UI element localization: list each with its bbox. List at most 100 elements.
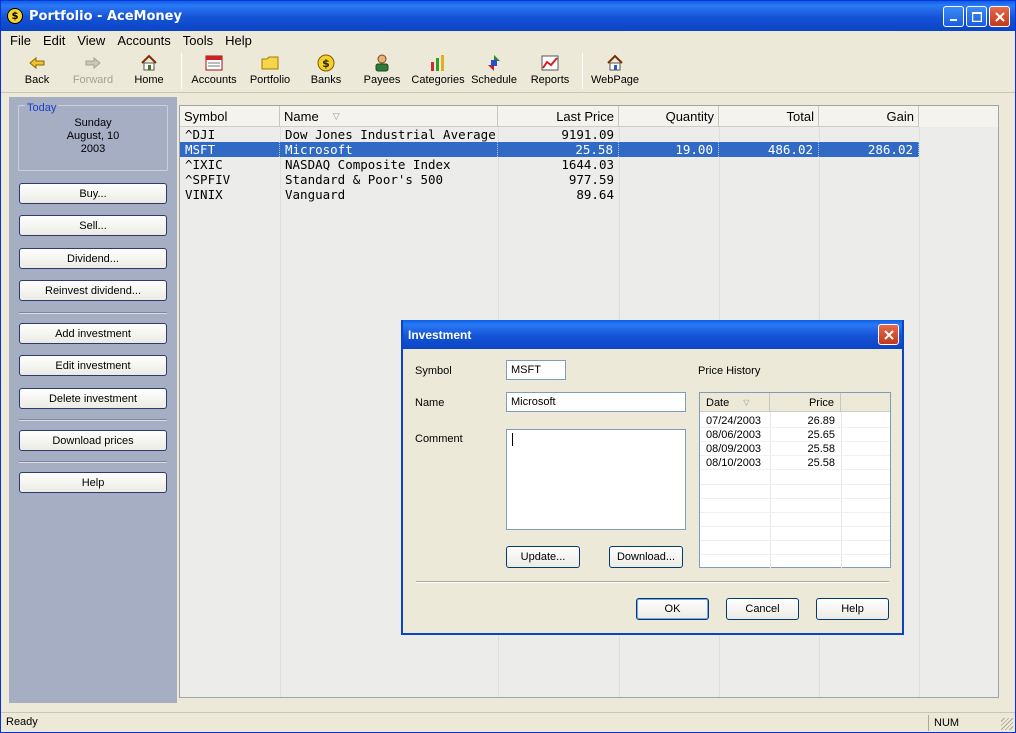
cell-name: NASDAQ Composite Index — [285, 157, 451, 172]
accounts-button[interactable]: Accounts — [186, 51, 242, 91]
portfolio-button[interactable]: Portfolio — [242, 51, 298, 91]
sidebar: Today Sunday August, 10 2003 Buy... Sell… — [9, 97, 177, 703]
minimize-icon — [949, 18, 957, 21]
comment-label: Comment — [415, 433, 463, 445]
ph-col-date[interactable]: Date ▽ — [700, 393, 770, 412]
table-row[interactable]: ^IXIC NASDAQ Composite Index 1644.03 — [180, 157, 919, 172]
cancel-button[interactable]: Cancel — [726, 598, 799, 620]
col-header-gain[interactable]: Gain — [819, 106, 919, 127]
col-header-quantity[interactable]: Quantity — [619, 106, 719, 127]
reports-chart-icon — [541, 54, 559, 72]
banks-label: Banks — [310, 74, 342, 86]
delete-investment-button[interactable]: Delete investment — [19, 388, 167, 409]
reports-button[interactable]: Reports — [522, 51, 578, 91]
col-header-name[interactable]: Name ▽ — [280, 106, 498, 127]
col-header-symbol-label: Symbol — [184, 108, 228, 124]
dialog-close-button[interactable] — [878, 324, 899, 345]
price-history-row[interactable]: 08/06/2003 25.65 — [700, 428, 890, 442]
today-date: August, 10 — [66, 130, 120, 142]
price-history-label: Price History — [698, 365, 761, 377]
col-header-quantity-label: Quantity — [665, 108, 714, 124]
status-bar: Ready NUM — [1, 712, 1015, 732]
accounts-label: Accounts — [191, 74, 237, 86]
menu-view[interactable]: View — [72, 33, 110, 48]
sort-indicator-icon: ▽ — [332, 110, 340, 121]
dialog-title-bar[interactable]: Investment — [403, 320, 902, 349]
person-icon — [373, 54, 391, 72]
table-row-selected[interactable]: MSFT Microsoft 25.58 19.00 486.02 286.02 — [180, 142, 919, 157]
minimize-button[interactable] — [943, 6, 964, 27]
ph-cell-date: 08/09/2003 — [706, 443, 762, 455]
cell-name: Dow Jones Industrial Average — [285, 127, 496, 142]
table-row[interactable]: ^DJI Dow Jones Industrial Average 9191.0… — [180, 127, 919, 142]
today-day: Sunday — [74, 117, 112, 129]
cell-symbol: ^SPFIV — [185, 172, 231, 187]
download-prices-button[interactable]: Download prices — [19, 430, 167, 451]
price-history-row[interactable]: 07/24/2003 26.89 — [700, 414, 890, 428]
menu-accounts[interactable]: Accounts — [112, 33, 175, 48]
title-bar[interactable]: $ Portfolio - AceMoney — [1, 1, 1015, 31]
cell-name: Standard & Poor's 500 — [285, 172, 444, 187]
app-dollar-icon[interactable]: $ — [7, 8, 23, 24]
col-header-total[interactable]: Total — [719, 106, 819, 127]
resize-grip-icon[interactable] — [1001, 718, 1013, 730]
sidebar-separator — [19, 419, 167, 421]
ph-cell-price: 25.65 — [807, 429, 835, 441]
price-history-row[interactable]: 08/09/2003 25.58 — [700, 442, 890, 456]
menu-tools[interactable]: Tools — [178, 33, 218, 48]
col-header-symbol[interactable]: Symbol — [180, 106, 280, 127]
reinvest-dividend-button[interactable]: Reinvest dividend... — [19, 280, 167, 301]
update-button[interactable]: Update... — [506, 546, 580, 568]
symbol-input[interactable]: MSFT — [506, 360, 566, 380]
grid-line — [700, 498, 890, 499]
grid-line — [919, 127, 920, 697]
edit-investment-button[interactable]: Edit investment — [19, 355, 167, 376]
table-row[interactable]: VINIX Vanguard 89.64 — [180, 187, 919, 202]
name-input[interactable]: Microsoft — [506, 392, 686, 412]
close-button[interactable] — [989, 6, 1010, 27]
cell-name: Vanguard — [285, 187, 346, 202]
dollar-coin-icon: $ — [317, 54, 335, 72]
menu-file[interactable]: File — [5, 33, 36, 48]
schedule-arrows-icon — [485, 54, 503, 72]
ph-col-price[interactable]: Price — [770, 393, 841, 412]
sell-button[interactable]: Sell... — [19, 215, 167, 236]
help-button[interactable]: Help — [19, 472, 167, 493]
cell-gain — [819, 172, 919, 187]
price-history-row[interactable]: 08/10/2003 25.58 — [700, 456, 890, 470]
payees-label: Payees — [363, 74, 401, 86]
buy-button[interactable]: Buy... — [19, 183, 167, 204]
table-row[interactable]: ^SPFIV Standard & Poor's 500 977.59 — [180, 172, 919, 187]
dialog-help-button[interactable]: Help — [816, 598, 889, 620]
download-button[interactable]: Download... — [609, 546, 683, 568]
menu-help[interactable]: Help — [220, 33, 257, 48]
cell-quantity — [619, 157, 719, 172]
schedule-button[interactable]: Schedule — [466, 51, 522, 91]
col-header-last-price-label: Last Price — [556, 108, 614, 124]
categories-label: Categories — [411, 74, 465, 86]
payees-button[interactable]: Payees — [354, 51, 410, 91]
banks-button[interactable]: $ Banks — [298, 51, 354, 91]
webpage-button[interactable]: WebPage — [587, 51, 643, 91]
grid-line — [700, 512, 890, 513]
home-button[interactable]: Home — [121, 51, 177, 91]
cell-gain — [819, 187, 919, 202]
menu-edit[interactable]: Edit — [38, 33, 70, 48]
add-investment-button[interactable]: Add investment — [19, 323, 167, 344]
cell-quantity — [619, 187, 719, 202]
ok-button[interactable]: OK — [636, 598, 709, 620]
col-header-last-price[interactable]: Last Price — [498, 106, 619, 127]
categories-button[interactable]: Categories — [410, 51, 466, 91]
portfolio-label: Portfolio — [249, 74, 291, 86]
webpage-label: WebPage — [590, 74, 640, 86]
cell-quantity — [619, 127, 719, 142]
dividend-button[interactable]: Dividend... — [19, 248, 167, 269]
back-button[interactable]: Back — [9, 51, 65, 91]
ph-cell-date: 08/06/2003 — [706, 429, 762, 441]
ph-cell-price: 26.89 — [807, 415, 835, 427]
price-history-list[interactable]: Date ▽ Price 07/24/2003 26.89 08/06/2003 … — [699, 392, 891, 568]
maximize-button[interactable] — [966, 6, 987, 27]
cell-gain — [819, 127, 919, 142]
forward-button[interactable]: Forward — [65, 51, 121, 91]
comment-textarea[interactable] — [506, 429, 686, 530]
